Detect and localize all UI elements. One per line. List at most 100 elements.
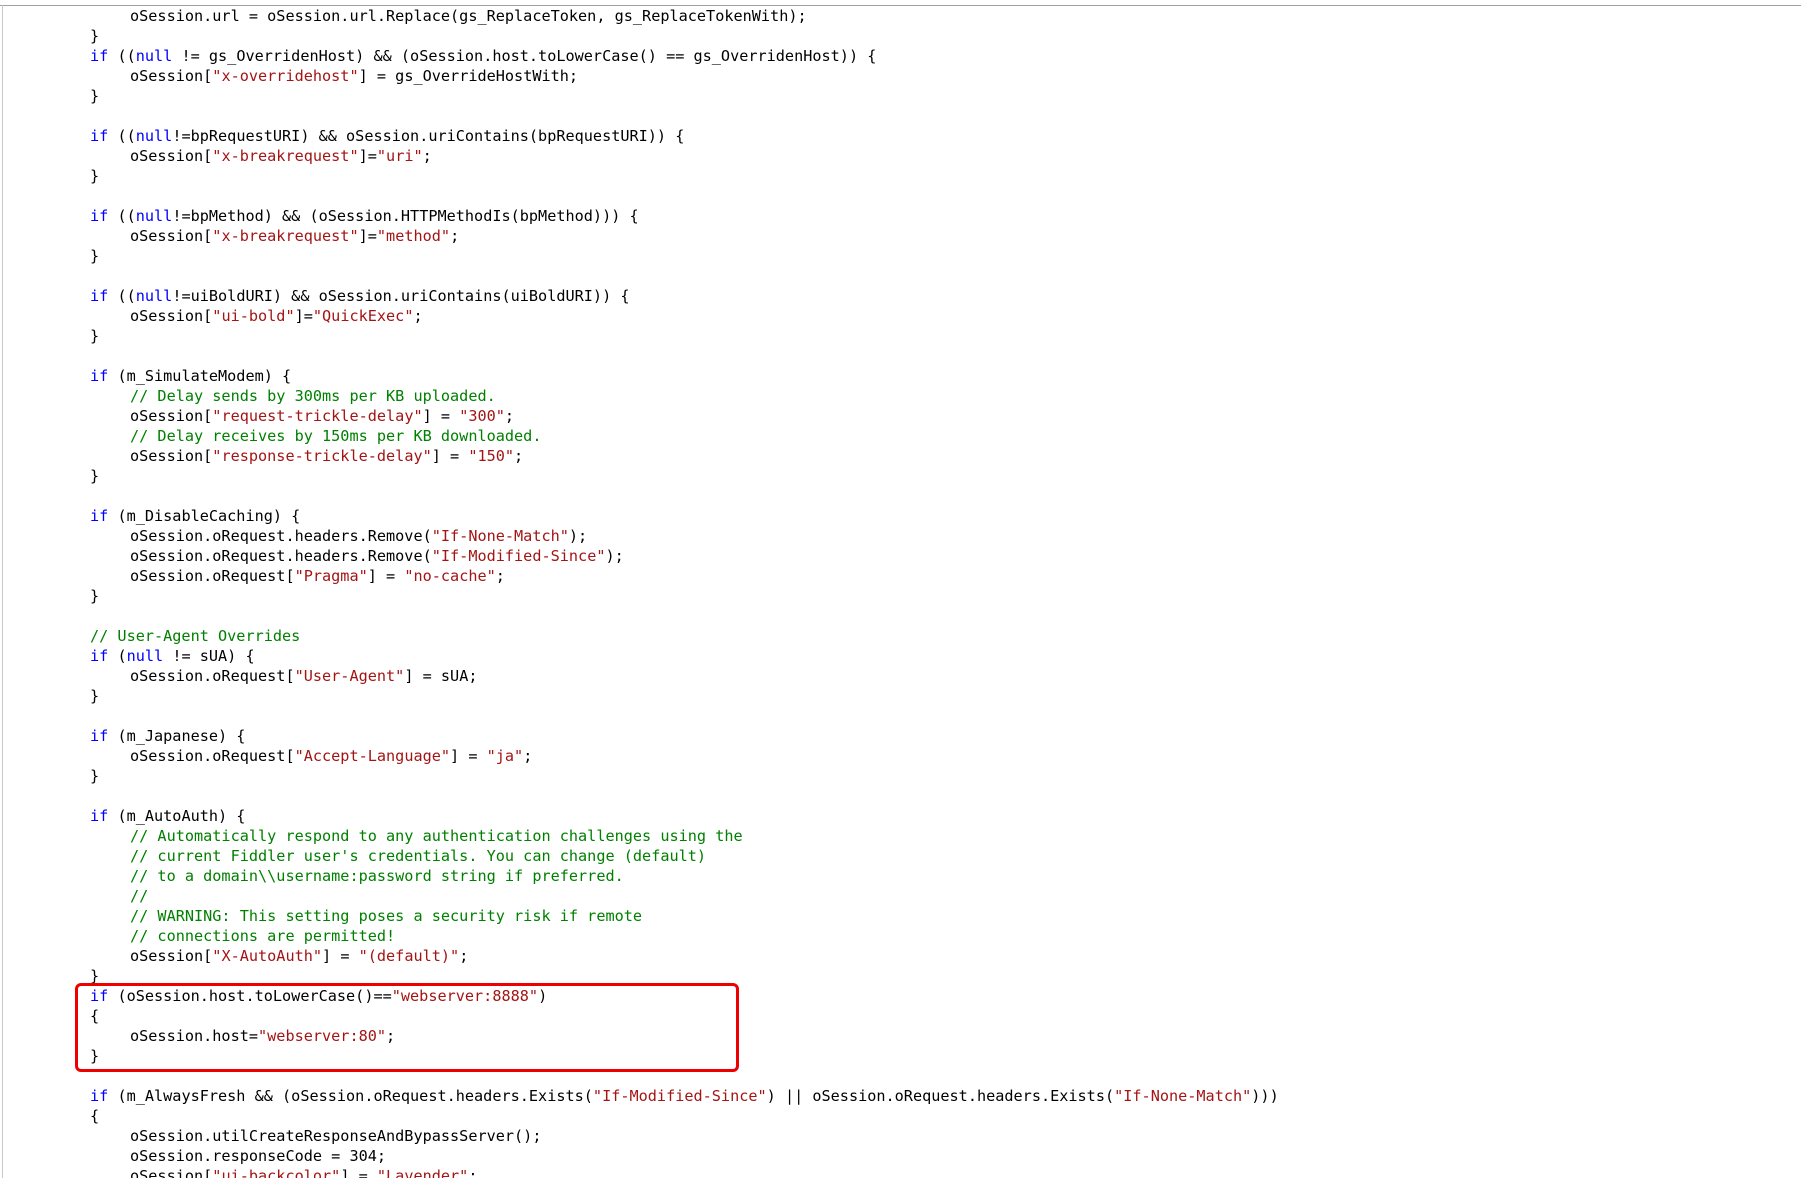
code-line[interactable]: oSession["response-trickle-delay"] = "15…	[130, 446, 523, 466]
code-line[interactable]: oSession["ui-backcolor"] = "Lavender";	[130, 1166, 477, 1178]
code-token: "ui-backcolor"	[212, 1167, 341, 1178]
editor-left-border	[2, 5, 3, 1178]
code-line[interactable]: // Delay sends by 300ms per KB uploaded.	[130, 386, 496, 406]
code-line[interactable]: // current Fiddler user's credentials. Y…	[130, 846, 706, 866]
code-line[interactable]: // to a domain\\username:password string…	[130, 866, 624, 886]
code-line[interactable]: //	[130, 886, 148, 906]
code-token: ] =	[322, 947, 359, 965]
code-token: "QuickExec"	[312, 307, 414, 325]
code-token: (m_AlwaysFresh && (oSession.oRequest.hea…	[108, 1087, 593, 1105]
code-token: if	[90, 207, 109, 225]
code-token: oSession.oRequest[	[130, 667, 295, 685]
code-line[interactable]: if (null != sUA) {	[90, 646, 255, 666]
code-token: "x-breakrequest"	[212, 147, 359, 165]
code-line[interactable]: }	[90, 246, 99, 266]
code-token: "Lavender"	[376, 1167, 469, 1178]
code-token: "If-Modified-Since"	[431, 547, 606, 565]
code-token: oSession.oRequest[	[130, 747, 295, 765]
code-token: (m_SimulateModem) {	[108, 367, 292, 385]
code-token: (m_AutoAuth) {	[108, 807, 246, 825]
code-token: // Delay sends by 300ms per KB uploaded.	[130, 387, 496, 405]
code-line[interactable]: oSession.oRequest.headers.Remove("If-Mod…	[130, 546, 624, 566]
code-token: "If-Modified-Since"	[592, 1087, 767, 1105]
code-token: ;	[523, 747, 533, 765]
code-token: oSession[	[130, 407, 213, 425]
code-token: ((	[108, 127, 136, 145]
code-token: )))	[1251, 1087, 1279, 1105]
code-line[interactable]: oSession.url = oSession.url.Replace(gs_R…	[130, 6, 807, 26]
code-editor[interactable]: oSession.url = oSession.url.Replace(gs_R…	[0, 0, 1801, 1178]
code-line[interactable]: // WARNING: This setting poses a securit…	[130, 906, 642, 926]
code-token: // current Fiddler user's credentials. Y…	[130, 847, 707, 865]
code-line[interactable]: oSession.responseCode = 304;	[130, 1146, 386, 1166]
code-line[interactable]: oSession.oRequest["Accept-Language"] = "…	[130, 746, 532, 766]
code-token: );	[605, 547, 624, 565]
code-token: ;	[504, 407, 515, 425]
code-token: oSession.oRequest.headers.Remove(	[130, 527, 432, 545]
code-line[interactable]: }	[90, 26, 99, 46]
code-line[interactable]: if (m_SimulateModem) {	[90, 366, 291, 386]
code-line[interactable]: // Automatically respond to any authenti…	[130, 826, 743, 846]
code-token: oSession[	[130, 307, 213, 325]
code-line[interactable]: }	[90, 766, 99, 786]
code-line[interactable]: oSession["x-overridehost"] = gs_Override…	[130, 66, 578, 86]
code-line[interactable]: if ((null!=uiBoldURI) && oSession.uriCon…	[90, 286, 630, 306]
code-line[interactable]: if ((null!=bpMethod) && (oSession.HTTPMe…	[90, 206, 639, 226]
code-line[interactable]: }	[90, 586, 99, 606]
code-line[interactable]: // User-Agent Overrides	[90, 626, 300, 646]
code-token: ;	[450, 227, 460, 245]
code-line[interactable]: // connections are permitted!	[130, 926, 395, 946]
code-line[interactable]: oSession["x-breakrequest"]="uri";	[130, 146, 432, 166]
code-token: ((	[108, 287, 136, 305]
code-line[interactable]: }	[90, 86, 99, 106]
code-token: oSession.url = oSession.url.Replace(gs_R…	[130, 7, 807, 25]
code-line[interactable]: }	[90, 686, 99, 706]
code-line[interactable]: // Delay receives by 150ms per KB downlo…	[130, 426, 541, 446]
code-token: ]=	[358, 147, 377, 165]
code-token: // connections are permitted!	[130, 927, 396, 945]
code-token: oSession[	[130, 147, 213, 165]
code-line[interactable]: oSession.oRequest["Pragma"] = "no-cache"…	[130, 566, 505, 586]
code-line[interactable]: if (m_DisableCaching) {	[90, 506, 300, 526]
code-token: !=bpRequestURI) && oSession.uriContains(…	[172, 127, 685, 145]
code-line[interactable]: oSession["ui-bold"]="QuickExec";	[130, 306, 423, 326]
code-token: if	[90, 647, 109, 665]
code-line[interactable]: oSession.utilCreateResponseAndBypassServ…	[130, 1126, 541, 1146]
code-token: oSession[	[130, 447, 213, 465]
code-line[interactable]: if ((null != gs_OverridenHost) && (oSess…	[90, 46, 876, 66]
code-token: null	[135, 287, 173, 305]
code-line[interactable]: oSession["request-trickle-delay"] = "300…	[130, 406, 514, 426]
code-token: "ui-bold"	[212, 307, 295, 325]
code-token: if	[90, 1087, 109, 1105]
code-token: if	[90, 47, 109, 65]
code-token: "300"	[459, 407, 505, 425]
code-token: "ja"	[486, 747, 524, 765]
code-line[interactable]: if (m_AlwaysFresh && (oSession.oRequest.…	[90, 1086, 1279, 1106]
code-token: null	[135, 47, 173, 65]
code-token: != sUA) {	[163, 647, 255, 665]
code-line[interactable]: }	[90, 326, 99, 346]
code-token: // Automatically respond to any authenti…	[130, 827, 743, 845]
code-line[interactable]: }	[90, 166, 99, 186]
code-line[interactable]: if (m_Japanese) {	[90, 726, 245, 746]
code-token: }	[90, 87, 100, 105]
code-token: ] = gs_OverrideHostWith;	[358, 67, 579, 85]
code-token: "If-None-Match"	[1114, 1087, 1252, 1105]
code-token: "User-Agent"	[294, 667, 405, 685]
code-token: "If-None-Match"	[431, 527, 569, 545]
code-token: ] =	[340, 1167, 377, 1178]
code-token: }	[90, 467, 100, 485]
code-token: if	[90, 367, 109, 385]
code-token: ] =	[422, 407, 460, 425]
code-line[interactable]: if ((null!=bpRequestURI) && oSession.uri…	[90, 126, 684, 146]
code-line[interactable]: oSession["X-AutoAuth"] = "(default)";	[130, 946, 468, 966]
code-line[interactable]: oSession.oRequest["User-Agent"] = sUA;	[130, 666, 477, 686]
code-token: }	[90, 247, 100, 265]
code-token: ] =	[450, 747, 487, 765]
code-line[interactable]: if (m_AutoAuth) {	[90, 806, 245, 826]
code-token: ;	[413, 307, 423, 325]
code-line[interactable]: oSession["x-breakrequest"]="method";	[130, 226, 459, 246]
code-line[interactable]: }	[90, 466, 99, 486]
code-line[interactable]: oSession.oRequest.headers.Remove("If-Non…	[130, 526, 587, 546]
code-line[interactable]: {	[90, 1106, 99, 1126]
